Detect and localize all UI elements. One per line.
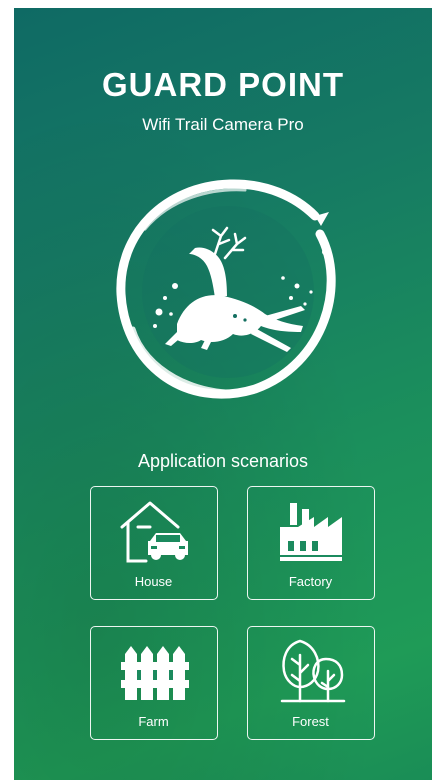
scenario-card-farm[interactable]: Farm — [90, 626, 218, 740]
deer-in-circle-icon — [116, 179, 336, 399]
fence-icon — [91, 633, 216, 711]
app-screen: GUARD POINT Wifi Trail Camera Pro Applic… — [14, 8, 432, 780]
scenario-card-forest[interactable]: Forest — [247, 626, 375, 740]
scenarios-heading: Application scenarios — [137, 451, 309, 471]
scenario-label: House — [134, 574, 173, 589]
scenario-label: Forest — [292, 714, 329, 729]
app-subtitle: Wifi Trail Camera Pro — [142, 115, 304, 134]
factory-icon — [248, 493, 373, 571]
scenario-card-house[interactable]: House — [90, 486, 218, 600]
trees-icon — [248, 633, 373, 711]
scenario-label: Farm — [138, 714, 169, 729]
scenario-label: Factory — [288, 574, 333, 589]
scenario-card-factory[interactable]: Factory — [247, 486, 375, 600]
house-car-icon — [91, 493, 216, 571]
app-title: GUARD POINT — [102, 66, 344, 103]
